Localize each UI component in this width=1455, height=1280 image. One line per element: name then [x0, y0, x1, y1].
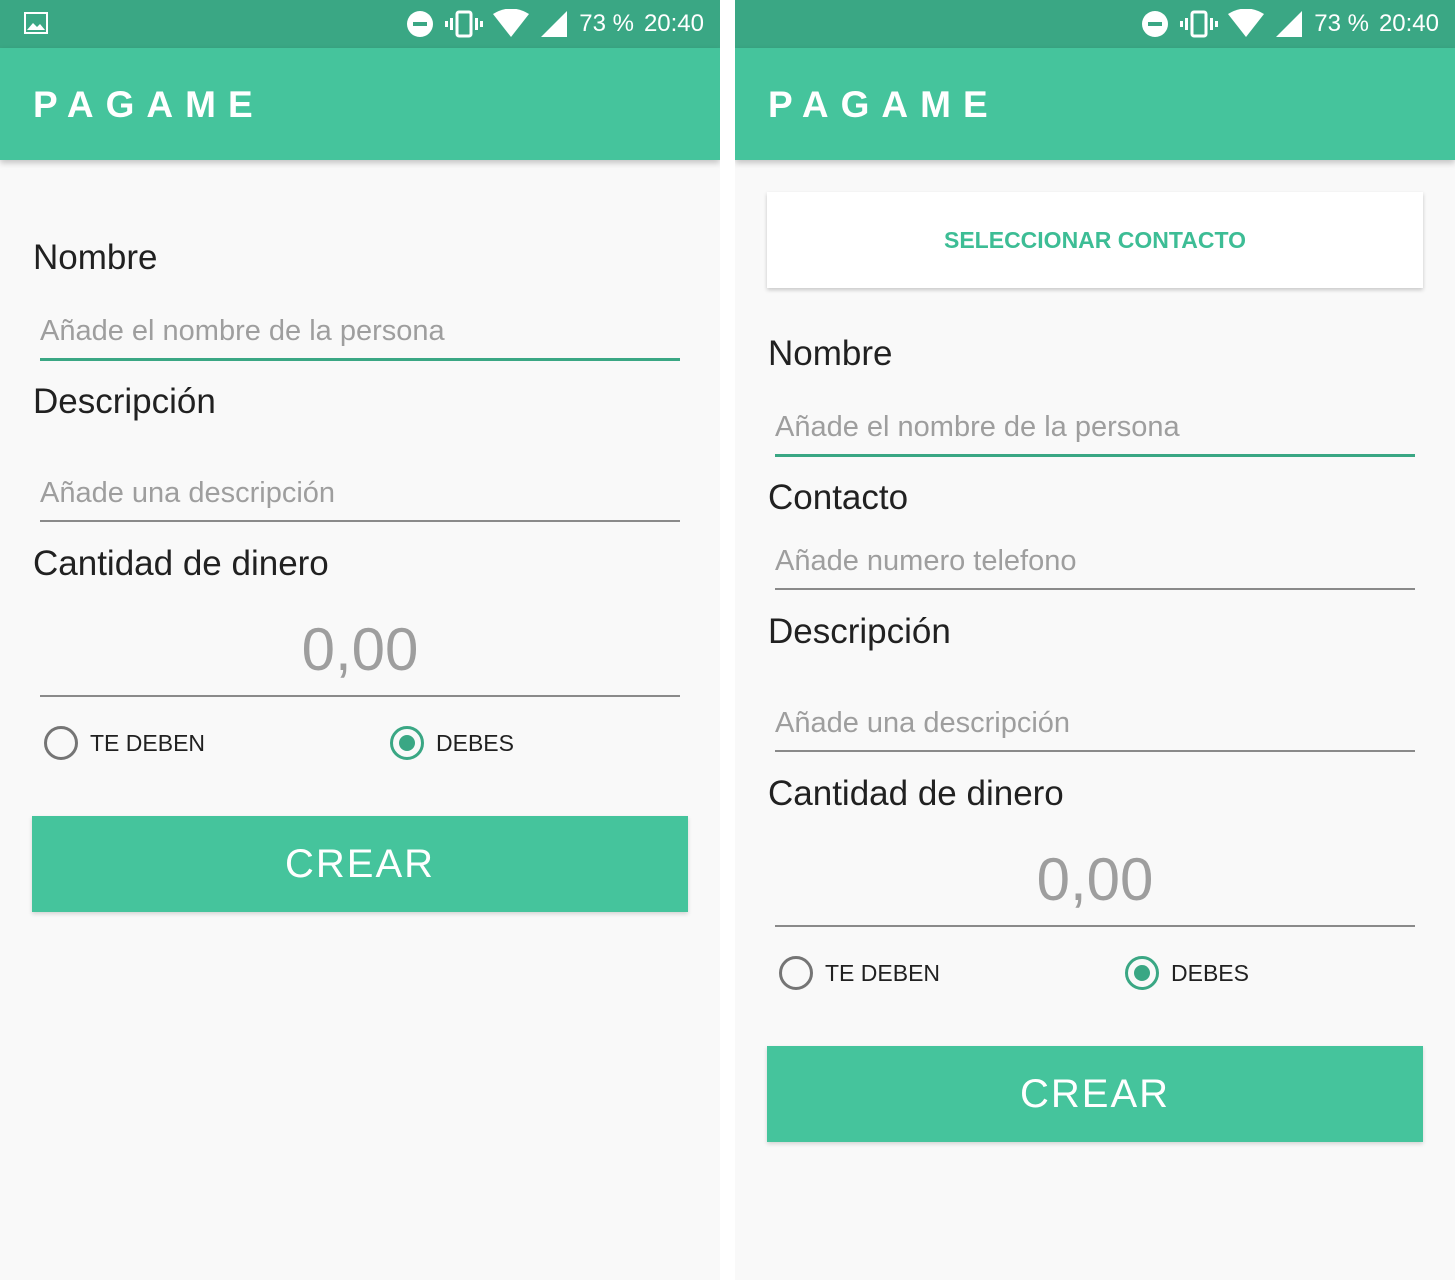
radio-te-deben-circle[interactable] — [779, 956, 813, 990]
descripcion-label: Descripción — [768, 612, 951, 651]
descripcion-input[interactable]: Añade una descripción — [40, 460, 680, 522]
status-bar: 73 % 20:40 — [735, 0, 1455, 48]
app-bar: PAGAME — [0, 48, 720, 160]
descripcion-placeholder: Añade una descripción — [775, 707, 1071, 739]
wifi-icon — [493, 9, 530, 37]
radio-debes[interactable]: DEBES — [390, 726, 514, 760]
battery-percent: 73 % — [1314, 10, 1369, 37]
contacto-label: Contacto — [768, 478, 909, 517]
radio-te-deben-label: TE DEBEN — [90, 729, 206, 756]
vibrate-icon — [1180, 10, 1219, 38]
gallery-icon — [24, 12, 48, 34]
wifi-icon — [1228, 9, 1265, 37]
cantidad-input[interactable]: 0,00 — [775, 835, 1415, 927]
app-title: PAGAME — [768, 84, 1000, 125]
descripcion-placeholder: Añade una descripción — [40, 477, 336, 509]
radio-te-deben[interactable]: TE DEBEN — [44, 726, 205, 760]
contacto-input[interactable]: Añade numero telefono — [775, 528, 1415, 590]
battery-percent: 73 % — [579, 10, 634, 37]
contacto-placeholder: Añade numero telefono — [775, 545, 1077, 577]
nombre-label: Nombre — [768, 334, 893, 373]
do-not-disturb-icon — [407, 11, 434, 37]
radio-debes-label: DEBES — [1171, 959, 1249, 986]
descripcion-label: Descripción — [33, 382, 216, 421]
clock: 20:40 — [643, 10, 704, 37]
nombre-input[interactable]: Añade el nombre de la persona — [40, 298, 680, 361]
cantidad-value: 0,00 — [301, 616, 419, 683]
do-not-disturb-icon — [1142, 11, 1169, 37]
cell-signal-icon — [541, 11, 568, 37]
screen-left: 73 % 20:40 PAGAME Nombre Añade el nombre… — [0, 0, 720, 1280]
radio-te-deben[interactable]: TE DEBEN — [779, 956, 940, 990]
radio-debes[interactable]: DEBES — [1125, 956, 1249, 990]
cantidad-label: Cantidad de dinero — [768, 774, 1064, 813]
select-contact-button[interactable]: SELECCIONAR CONTACTO — [767, 192, 1423, 288]
app-title: PAGAME — [33, 84, 265, 125]
status-bar: 73 % 20:40 — [0, 0, 720, 48]
nombre-label: Nombre — [33, 238, 158, 277]
cantidad-input[interactable]: 0,00 — [40, 605, 680, 697]
cantidad-label: Cantidad de dinero — [33, 544, 329, 583]
vibrate-icon — [445, 10, 484, 38]
crear-button[interactable]: CREAR — [767, 1046, 1423, 1142]
descripcion-input[interactable]: Añade una descripción — [775, 690, 1415, 752]
clock: 20:40 — [1378, 10, 1439, 37]
nombre-input[interactable]: Añade el nombre de la persona — [775, 394, 1415, 457]
radio-debes-circle[interactable] — [1125, 956, 1159, 990]
radio-te-deben-circle[interactable] — [44, 726, 78, 760]
nombre-placeholder: Añade el nombre de la persona — [40, 315, 445, 347]
cantidad-value: 0,00 — [1036, 846, 1154, 913]
screen-right: 73 % 20:40 PAGAME SELECCIONAR CONTACTO N… — [735, 0, 1455, 1280]
nombre-placeholder: Añade el nombre de la persona — [775, 411, 1180, 443]
radio-debes-label: DEBES — [436, 729, 514, 756]
radio-te-deben-label: TE DEBEN — [825, 959, 941, 986]
cell-signal-icon — [1276, 11, 1303, 37]
radio-debes-circle[interactable] — [390, 726, 424, 760]
crear-button[interactable]: CREAR — [32, 816, 688, 912]
app-bar: PAGAME — [735, 48, 1455, 160]
